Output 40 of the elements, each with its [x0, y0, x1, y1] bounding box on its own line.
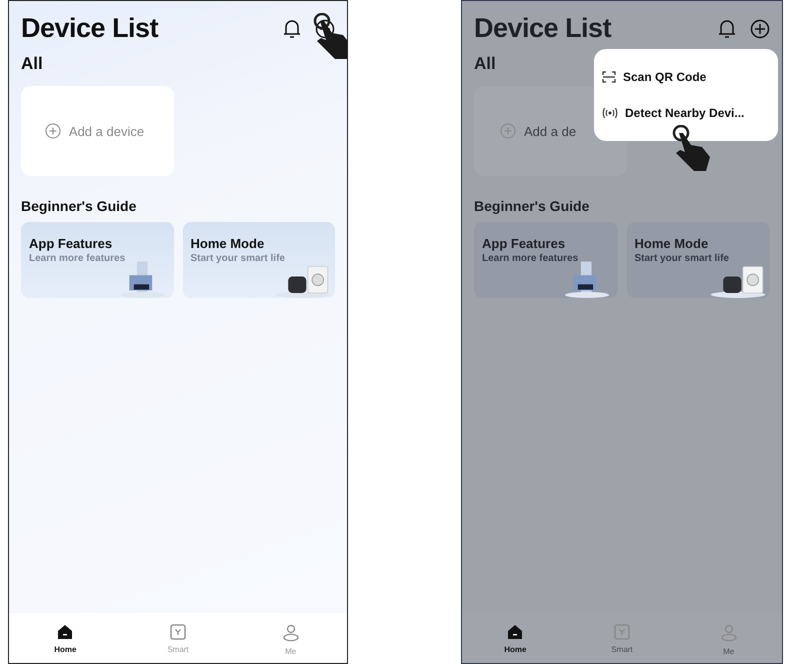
tab[interactable]: Me — [698, 623, 759, 657]
add-icon[interactable] — [750, 18, 770, 38]
guide-card[interactable]: App Features Learn more features — [474, 222, 618, 298]
tab[interactable]: Me — [260, 623, 321, 657]
bell-icon[interactable] — [283, 18, 301, 38]
card-subtitle: Learn more features — [29, 253, 126, 264]
card-title: Home Mode — [634, 236, 708, 251]
tab[interactable]: Home — [35, 623, 96, 657]
guide-card[interactable]: Home Mode Start your smart life — [626, 222, 770, 298]
section-heading: Beginner's Guide — [20, 197, 138, 216]
guide-card[interactable]: Home Mode Start your smart life — [182, 222, 335, 298]
scan-icon — [602, 71, 616, 83]
card-title: App Features — [29, 236, 112, 251]
square-y-icon — [170, 624, 186, 640]
appliances-drawing — [120, 260, 166, 298]
tab[interactable]: Smart — [592, 623, 652, 657]
card-subtitle: Start your smart life — [190, 253, 285, 264]
house-icon — [57, 624, 74, 640]
card-subtitle: Learn more features — [482, 253, 578, 264]
house-icon — [507, 624, 524, 640]
card-title: Home Mode — [190, 236, 264, 251]
square-y-icon — [614, 624, 630, 640]
guide-card[interactable]: App Features Learn more features — [21, 222, 174, 298]
add-icon — [500, 123, 516, 139]
person-icon — [720, 624, 737, 642]
section-heading: All — [473, 53, 497, 74]
bell-icon[interactable] — [718, 18, 736, 38]
person-icon — [282, 624, 299, 642]
tab[interactable]: Home — [485, 623, 546, 657]
page-title: Device List — [21, 13, 160, 44]
section-heading: Beginner's Guide — [473, 197, 590, 216]
page-title: Device List — [474, 13, 612, 44]
add-icon — [44, 123, 61, 139]
card-subtitle: Start your smart life — [634, 253, 729, 264]
tab[interactable]: Smart — [148, 623, 208, 657]
card-title: App Features — [482, 236, 566, 251]
appliances-drawing — [564, 260, 610, 298]
signal-waves-icon — [602, 107, 618, 119]
add-device-button[interactable]: Add a device — [21, 86, 174, 176]
section-heading: All — [20, 53, 44, 74]
